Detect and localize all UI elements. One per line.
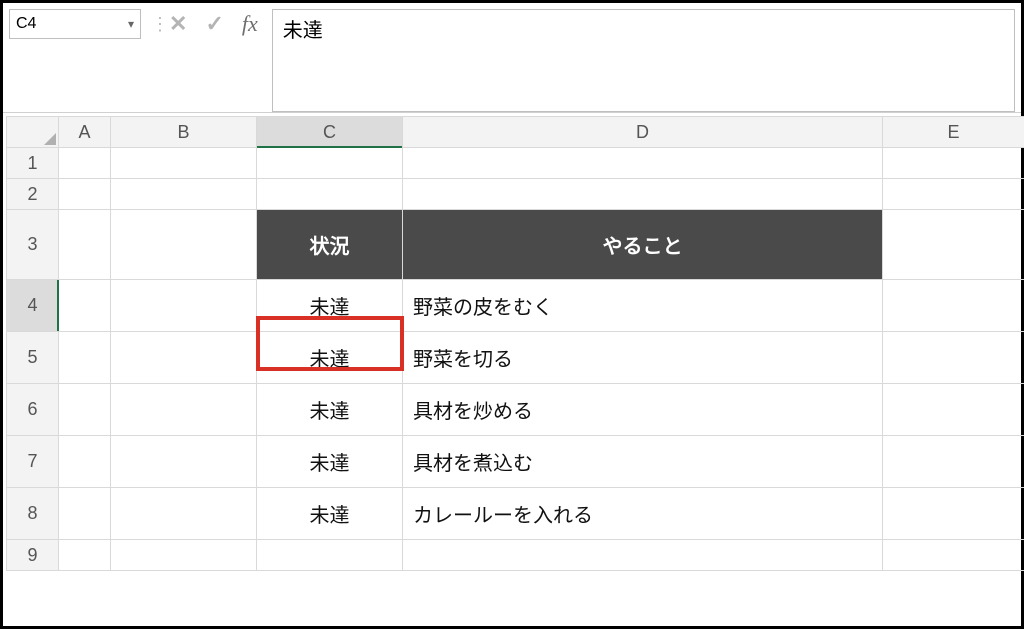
formula-bar-row: C4 ▾ ✕ ✓ fx 未達 (3, 3, 1021, 113)
table-header-status[interactable]: 状況 (257, 210, 403, 280)
spreadsheet-grid[interactable]: A B C D E 1 2 3 状況 (6, 116, 1024, 571)
cell[interactable] (257, 148, 403, 179)
cell[interactable] (111, 436, 257, 488)
cell[interactable] (59, 210, 111, 280)
cell[interactable] (111, 384, 257, 436)
cell[interactable] (59, 332, 111, 384)
separator-icon (151, 9, 153, 39)
row-9: 9 (7, 540, 1024, 571)
col-header-E[interactable]: E (883, 117, 1024, 148)
cell[interactable] (883, 488, 1024, 540)
cell[interactable] (59, 179, 111, 210)
cell[interactable] (883, 332, 1024, 384)
cell[interactable] (257, 540, 403, 571)
row-header[interactable]: 4 (7, 280, 59, 332)
row-header[interactable]: 6 (7, 384, 59, 436)
grid-area: A B C D E 1 2 3 状況 (6, 116, 1018, 623)
row-header[interactable]: 3 (7, 210, 59, 280)
cell-status[interactable]: 未達 (257, 436, 403, 488)
row-7: 7 未達 具材を煮込む (7, 436, 1024, 488)
cell[interactable] (403, 179, 883, 210)
row-header[interactable]: 8 (7, 488, 59, 540)
cell[interactable] (403, 148, 883, 179)
cell[interactable] (257, 179, 403, 210)
col-header-B[interactable]: B (111, 117, 257, 148)
cell[interactable] (59, 148, 111, 179)
cell[interactable] (111, 280, 257, 332)
cell[interactable] (883, 210, 1024, 280)
row-6: 6 未達 具材を炒める (7, 384, 1024, 436)
dropdown-icon[interactable]: ▾ (128, 17, 134, 31)
cell[interactable] (883, 148, 1024, 179)
fx-icon[interactable]: fx (242, 11, 258, 37)
cell[interactable] (403, 540, 883, 571)
cell-task[interactable]: 具材を炒める (403, 384, 883, 436)
cell[interactable] (111, 332, 257, 384)
select-all-corner[interactable] (7, 117, 59, 148)
table-header-task[interactable]: やること (403, 210, 883, 280)
col-header-D[interactable]: D (403, 117, 883, 148)
cell-status[interactable]: 未達 (257, 280, 403, 332)
row-4: 4 未達 野菜の皮をむく (7, 280, 1024, 332)
cell[interactable] (59, 436, 111, 488)
cell-task[interactable]: 具材を煮込む (403, 436, 883, 488)
row-5: 5 未達 野菜を切る (7, 332, 1024, 384)
cell[interactable] (59, 488, 111, 540)
row-1: 1 (7, 148, 1024, 179)
col-header-C[interactable]: C (257, 117, 403, 148)
cell[interactable] (883, 436, 1024, 488)
cell-status[interactable]: 未達 (257, 384, 403, 436)
name-box[interactable]: C4 ▾ (9, 9, 141, 39)
cell[interactable] (883, 179, 1024, 210)
col-header-A[interactable]: A (59, 117, 111, 148)
row-header[interactable]: 1 (7, 148, 59, 179)
formula-buttons: ✕ ✓ fx (163, 9, 262, 39)
name-box-value: C4 (16, 15, 36, 33)
cell-task[interactable]: 野菜を切る (403, 332, 883, 384)
cell-status[interactable]: 未達 (257, 332, 403, 384)
cell[interactable] (883, 280, 1024, 332)
cell[interactable] (111, 488, 257, 540)
cancel-icon[interactable]: ✕ (169, 13, 187, 35)
confirm-icon[interactable]: ✓ (205, 13, 223, 35)
formula-input[interactable]: 未達 (272, 9, 1015, 112)
cell[interactable] (883, 540, 1024, 571)
column-header-row: A B C D E (7, 117, 1024, 148)
cell[interactable] (111, 179, 257, 210)
cell[interactable] (59, 280, 111, 332)
cell-task[interactable]: 野菜の皮をむく (403, 280, 883, 332)
cell[interactable] (883, 384, 1024, 436)
spreadsheet-app: C4 ▾ ✕ ✓ fx 未達 A B C D E (0, 0, 1024, 629)
cell[interactable] (111, 540, 257, 571)
row-header[interactable]: 5 (7, 332, 59, 384)
row-header[interactable]: 2 (7, 179, 59, 210)
cell[interactable] (59, 384, 111, 436)
cell-task[interactable]: カレールーを入れる (403, 488, 883, 540)
cell[interactable] (111, 148, 257, 179)
cell[interactable] (111, 210, 257, 280)
row-header[interactable]: 9 (7, 540, 59, 571)
formula-value: 未達 (283, 20, 323, 42)
row-3: 3 状況 やること (7, 210, 1024, 280)
row-8: 8 未達 カレールーを入れる (7, 488, 1024, 540)
row-header[interactable]: 7 (7, 436, 59, 488)
cell[interactable] (59, 540, 111, 571)
cell-status[interactable]: 未達 (257, 488, 403, 540)
row-2: 2 (7, 179, 1024, 210)
